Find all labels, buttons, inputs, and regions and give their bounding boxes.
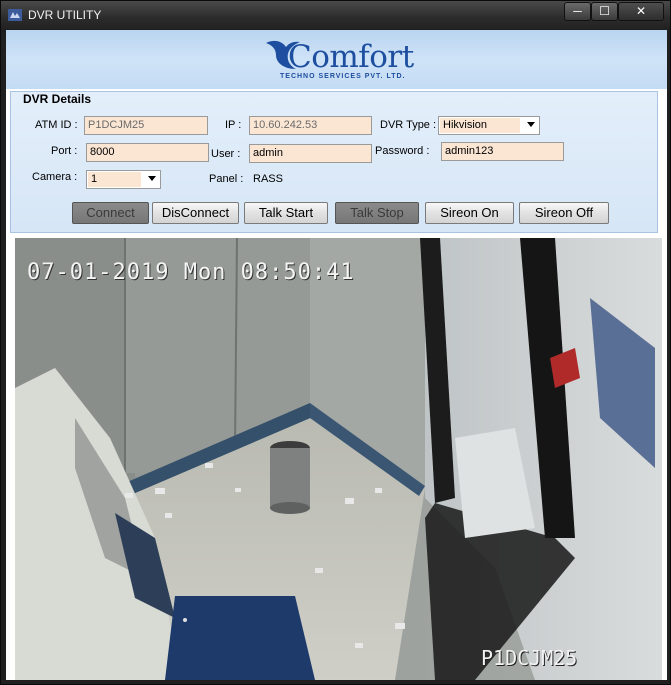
camera-select[interactable]: 1 — [86, 170, 161, 189]
brand-name: Comfort — [288, 39, 414, 75]
disconnect-button[interactable]: DisConnect — [152, 202, 239, 224]
atm-id-field[interactable]: P1DCJM25 — [84, 116, 208, 135]
port-field[interactable]: 8000 — [86, 143, 209, 162]
video-camera-name: P1DCJM25 — [481, 646, 578, 670]
chevron-down-icon — [527, 122, 535, 127]
siren-off-button[interactable]: Sireon Off — [519, 202, 609, 224]
camera-scene — [15, 238, 662, 680]
dvr-type-value: Hikvision — [440, 118, 520, 133]
panel-value: RASS — [253, 173, 283, 185]
talk-start-button[interactable]: Talk Start — [244, 202, 328, 224]
app-icon — [8, 9, 22, 21]
maximize-icon: ☐ — [599, 4, 610, 18]
minimize-button[interactable]: ─ — [564, 2, 591, 21]
dvr-type-select[interactable]: Hikvision — [438, 116, 540, 135]
siren-on-button[interactable]: Sireon On — [425, 202, 514, 224]
brand-header: Comfort TECHNO SERVICES PVT. LTD. — [6, 30, 667, 89]
close-icon: ✕ — [635, 4, 647, 18]
camera-label: Camera : — [32, 171, 78, 183]
close-button[interactable]: ✕ — [618, 2, 664, 21]
port-label: Port : — [51, 145, 78, 157]
maximize-button[interactable]: ☐ — [591, 2, 618, 21]
camera-feed[interactable]: 07-01-2019 Mon 08:50:41 P1DCJM25 — [15, 238, 662, 680]
brand-tagline: TECHNO SERVICES PVT. LTD. — [280, 73, 406, 80]
company-logo: Comfort TECHNO SERVICES PVT. LTD. — [262, 35, 414, 87]
group-title: DVR Details — [23, 92, 92, 106]
panel-label: Panel : — [209, 173, 244, 185]
app-window: DVR UTILITY ─ ☐ ✕ Comfort TECHNO SERVICE… — [0, 0, 671, 685]
ip-label: IP : — [225, 119, 242, 131]
user-field[interactable]: admin — [249, 144, 372, 163]
title-bar[interactable]: DVR UTILITY ─ ☐ ✕ — [1, 1, 670, 29]
talk-stop-button[interactable]: Talk Stop — [335, 202, 419, 224]
password-field[interactable]: admin123 — [441, 142, 564, 161]
dvr-type-label: DVR Type : — [380, 119, 437, 131]
minimize-icon: ─ — [573, 4, 582, 18]
ip-field[interactable]: 10.60.242.53 — [249, 116, 372, 135]
chevron-down-icon — [148, 176, 156, 181]
client-area: Comfort TECHNO SERVICES PVT. LTD. DVR De… — [6, 30, 667, 680]
user-label: User : — [211, 148, 241, 160]
video-timestamp: 07-01-2019 Mon 08:50:41 — [27, 260, 355, 285]
password-label: Password : — [375, 145, 430, 157]
connect-button[interactable]: Connect — [72, 202, 149, 224]
camera-value: 1 — [88, 172, 141, 187]
atm-id-label: ATM ID : — [35, 119, 78, 131]
window-title: DVR UTILITY — [28, 8, 102, 22]
